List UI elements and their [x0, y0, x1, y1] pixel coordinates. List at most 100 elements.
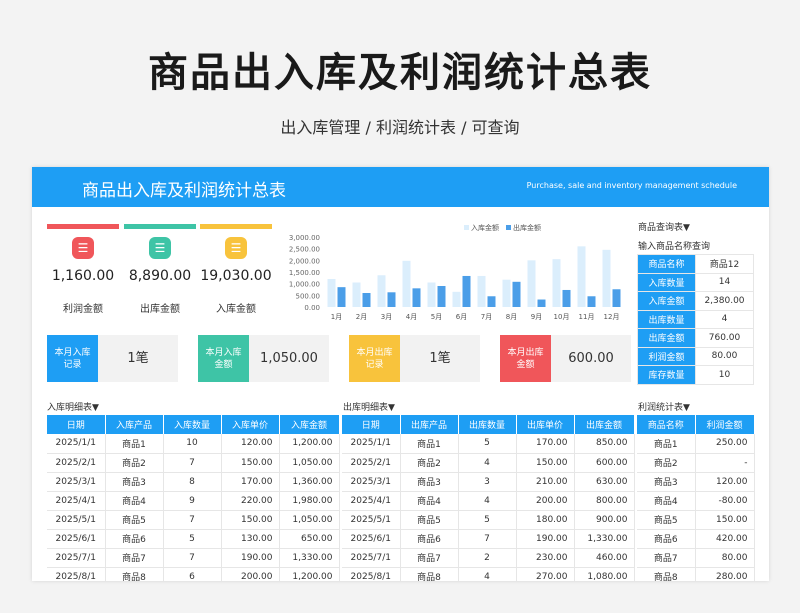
table-cell: 2025/5/1 — [342, 510, 401, 530]
table-row: 2025/2/1 商品2 7 150.00 1,050.00 — [47, 453, 340, 473]
inbound-header: 入库金额 — [279, 415, 340, 434]
query-value: 80.00 — [695, 346, 754, 366]
table-cell: 商品1 — [400, 434, 459, 454]
table-cell: 商品2 — [637, 453, 696, 473]
table-cell: 商品6 — [400, 529, 459, 549]
table-cell: 商品7 — [105, 548, 164, 568]
query-title[interactable]: 商品查询表▼ — [638, 220, 690, 233]
table-cell: 600.00 — [574, 453, 635, 473]
database-icon: ☰ — [225, 237, 247, 259]
table-cell: 5 — [458, 510, 517, 530]
table-cell: -80.00 — [695, 491, 755, 511]
monthly-bar-chart: 0.00 500.00 1,000.00 1,500.00 2,000.00 2,500.… — [289, 223, 621, 321]
table-row: 2025/1/1 商品1 10 120.00 1,200.00 — [47, 434, 340, 454]
card-tag: 本月出库金额 — [500, 335, 551, 382]
table-row: 商品7 80.00 — [637, 548, 755, 568]
table-cell: 230.00 — [516, 548, 575, 568]
table-cell: 4 — [458, 453, 517, 473]
bar-outbound — [387, 292, 396, 307]
x-tick-label: 3月 — [381, 313, 392, 321]
card-tag: 本月入库金额 — [198, 335, 249, 382]
outbound-header: 出库金额 — [574, 415, 635, 434]
table-cell: 3 — [458, 472, 517, 492]
bar-inbound — [477, 275, 486, 307]
table-row: 商品4 -80.00 — [637, 491, 755, 511]
y-tick-label: 2,000.00 — [289, 257, 320, 265]
table-cell: 150.00 — [695, 510, 755, 530]
table-cell: 2025/3/1 — [342, 472, 401, 492]
table-cell: 商品8 — [105, 567, 164, 581]
kpi-profit-value: 1,160.00 — [51, 268, 115, 284]
table-cell: 630.00 — [574, 472, 635, 492]
table-cell: 1,050.00 — [279, 453, 340, 473]
kpi-outbound-label: 出库金额 — [140, 304, 180, 315]
x-tick-label: 10月 — [554, 313, 570, 321]
table-cell: 170.00 — [516, 434, 575, 454]
profit-title[interactable]: 利润统计表▼ — [638, 400, 690, 413]
y-tick-label: 1,500.00 — [289, 269, 320, 277]
table-row: 2025/2/1 商品2 4 150.00 600.00 — [342, 453, 635, 473]
x-tick-label: 1月 — [331, 313, 342, 321]
table-cell: 250.00 — [695, 434, 755, 454]
x-tick-label: 11月 — [579, 313, 595, 321]
query-key: 出库金额 — [637, 328, 696, 348]
query-subtitle: 输入商品名称查询 — [638, 242, 711, 252]
x-tick-label: 8月 — [506, 313, 517, 321]
table-cell: 10 — [163, 434, 222, 454]
table-cell: 9 — [163, 491, 222, 511]
bar-inbound — [377, 275, 386, 307]
table-cell: 220.00 — [221, 491, 280, 511]
table-row: 2025/6/1 商品6 7 190.00 1,330.00 — [342, 529, 635, 549]
card-month-outbound-records: 本月出库记录 1笔 — [349, 335, 480, 382]
banner-title: 商品出入库及利润统计总表 — [82, 181, 286, 201]
card-value: 600.00 — [568, 351, 614, 366]
query-key: 利润金额 — [637, 346, 696, 366]
x-tick-label: 12月 — [604, 313, 620, 321]
table-cell: 270.00 — [516, 567, 575, 581]
query-product-input[interactable]: 商品12 — [695, 254, 754, 274]
table-cell: 150.00 — [516, 453, 575, 473]
legend-label: 入库金额 — [471, 223, 499, 232]
table-cell: 商品8 — [400, 567, 459, 581]
table-cell: 商品3 — [637, 472, 696, 492]
table-cell: 130.00 — [221, 529, 280, 549]
table-cell: 8 — [163, 472, 222, 492]
outbound-header: 出库产品 — [400, 415, 459, 434]
bar-outbound — [587, 296, 596, 307]
profit-table: 商品名称 利润金额 商品1 250.00 商品2- 商品3 120.00 商品4 -80.0… — [637, 415, 755, 581]
query-key: 入库金额 — [637, 291, 696, 311]
card-month-inbound-amount: 本月入库金额 1,050.00 — [198, 335, 329, 382]
kpi-profit-label: 利润金额 — [63, 304, 103, 315]
inbound-title[interactable]: 入库明细表▼ — [47, 400, 99, 413]
table-cell: 7 — [163, 548, 222, 568]
card-tag: 本月入库记录 — [47, 335, 98, 382]
table-cell: 180.00 — [516, 510, 575, 530]
table-row: 2025/3/1 商品3 3 210.00 630.00 — [342, 472, 635, 492]
table-cell: 150.00 — [221, 453, 280, 473]
table-row: 2025/4/1 商品4 4 200.00 800.00 — [342, 491, 635, 511]
table-cell: - — [695, 453, 755, 473]
table-cell: 2025/6/1 — [342, 529, 401, 549]
table-row: 商品5 150.00 — [637, 510, 755, 530]
bar-outbound — [412, 288, 421, 307]
card-month-outbound-amount: 本月出库金额 600.00 — [500, 335, 631, 382]
y-tick-label: 2,500.00 — [289, 246, 320, 254]
x-tick-label: 6月 — [456, 313, 467, 321]
card-value: 1笔 — [429, 351, 451, 366]
table-cell: 1,360.00 — [279, 472, 340, 492]
legend-swatch — [506, 225, 511, 230]
table-cell: 2025/6/1 — [47, 529, 106, 549]
bar-outbound — [612, 289, 621, 307]
table-cell: 850.00 — [574, 434, 635, 454]
query-value: 14 — [695, 272, 754, 292]
table-cell: 1,980.00 — [279, 491, 340, 511]
bar-inbound — [327, 279, 336, 307]
outbound-title[interactable]: 出库明细表▼ — [343, 400, 395, 413]
table-cell: 2025/4/1 — [342, 491, 401, 511]
table-cell: 4 — [458, 567, 517, 581]
database-icon: ☰ — [72, 237, 94, 259]
dashboard-sheet: 商品出入库及利润统计总表 Purchase, sale and inventor… — [32, 167, 769, 581]
table-cell: 商品4 — [400, 491, 459, 511]
bar-inbound — [502, 279, 511, 307]
table-cell: 4 — [458, 491, 517, 511]
